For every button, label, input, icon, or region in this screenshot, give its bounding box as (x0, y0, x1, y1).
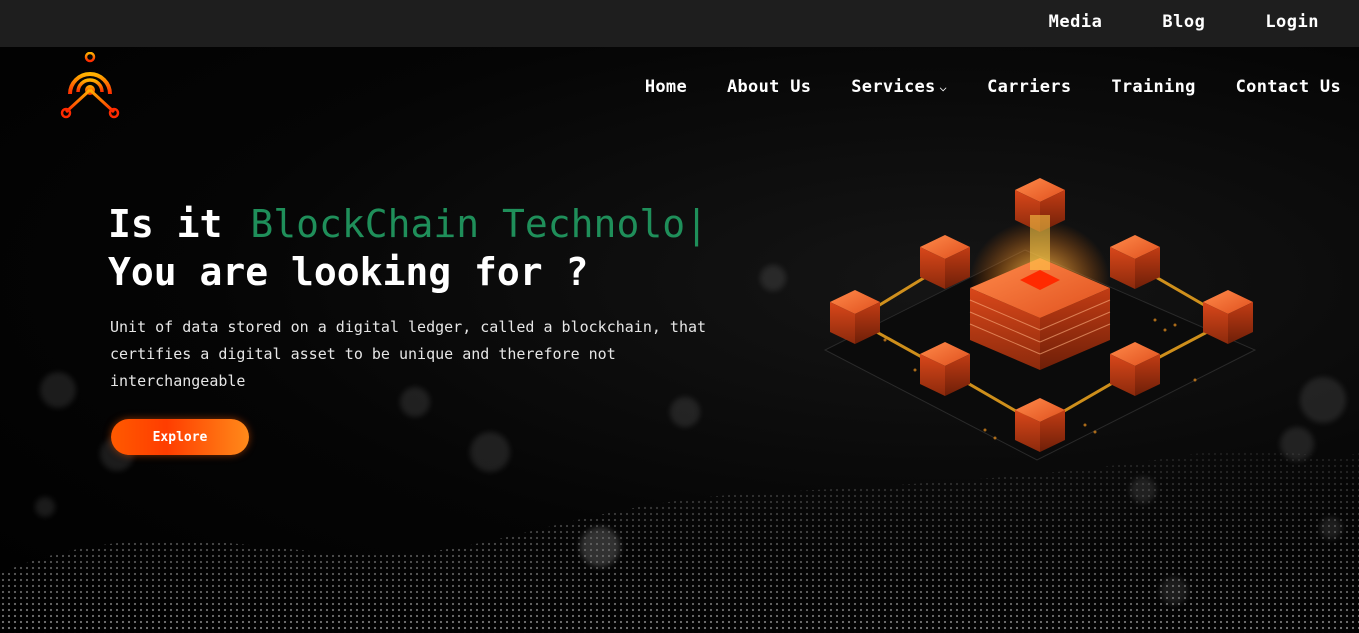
nav-services[interactable]: Services ⌵ (851, 77, 947, 97)
hero-title-typed: BlockChain Technolo (250, 202, 686, 246)
chevron-down-icon: ⌵ (939, 80, 948, 94)
nav-training-label: Training (1111, 77, 1196, 97)
nav-home[interactable]: Home (645, 77, 687, 97)
bokeh-dot (670, 397, 700, 427)
nav-training[interactable]: Training (1111, 77, 1195, 97)
nav-contact-label: Contact Us (1235, 77, 1341, 97)
nav-carriers-label: Carriers (987, 77, 1072, 97)
nav-about-us[interactable]: About Us (727, 77, 811, 97)
nav-services-label: Services (851, 77, 936, 97)
explore-button[interactable]: Explore (111, 419, 249, 455)
blockchain-node-logo-icon[interactable] (58, 52, 122, 120)
utility-links: Media Blog Login (1049, 12, 1319, 32)
nav-contact-us[interactable]: Contact Us (1236, 77, 1341, 97)
bokeh-dot (1300, 377, 1346, 423)
blog-link[interactable]: Blog (1162, 12, 1205, 32)
hero-description: Unit of data stored on a digital ledger,… (110, 318, 707, 390)
bokeh-dot (40, 372, 76, 408)
nav-home-label: Home (644, 77, 687, 97)
top-utility-bar: Media Blog Login (0, 0, 1359, 47)
nav-about-label: About Us (726, 77, 812, 97)
blockchain-network-illustration (823, 178, 1257, 461)
hero-title: Is it BlockChain Technolo| You are lookin… (108, 200, 708, 296)
main-nav: Home About Us Services ⌵ Carriers Trainin… (645, 77, 1341, 97)
hero-title-line2: You are looking for ? (108, 250, 589, 294)
media-link[interactable]: Media (1049, 12, 1103, 32)
login-link[interactable]: Login (1265, 12, 1319, 32)
hero-title-prefix: Is it (108, 202, 223, 246)
typing-cursor: | (685, 202, 708, 246)
nav-carriers[interactable]: Carriers (987, 77, 1071, 97)
